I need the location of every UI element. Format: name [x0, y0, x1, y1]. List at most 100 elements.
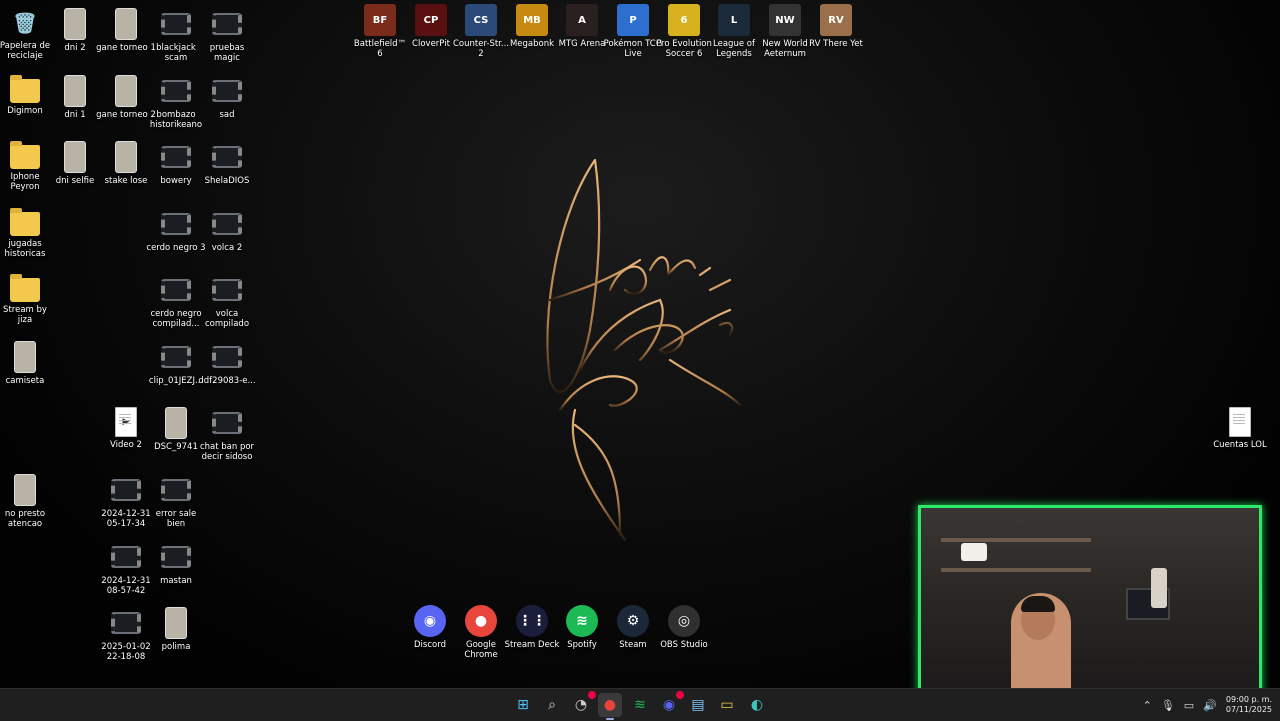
desktop-icon[interactable]: bombazo historikeano — [147, 75, 205, 130]
desktop-icon[interactable]: camiseta — [0, 341, 54, 386]
taskbar-discord-icon[interactable]: ◉ — [657, 691, 684, 717]
desktop-icon[interactable]: jugadas historicas — [0, 208, 54, 259]
app-shortcut[interactable]: CS Counter-Str... 2 — [452, 4, 510, 59]
photo-icon — [64, 8, 86, 40]
webcam-speaker — [1151, 568, 1167, 608]
dock-shortcut[interactable]: ● Google Chrome — [452, 605, 510, 660]
video-file-icon — [212, 146, 242, 168]
webcam-person-hair — [1021, 596, 1055, 612]
app-shortcut[interactable]: NW New World Aeternum — [756, 4, 814, 59]
desktop-icon[interactable]: pruebas magic — [198, 8, 256, 63]
video-file-icon — [161, 479, 191, 501]
video-file-icon — [161, 80, 191, 102]
app-icon: MB — [516, 4, 548, 36]
photo-icon — [115, 75, 137, 107]
folder-icon — [10, 141, 40, 169]
app-shortcut[interactable]: BF Battlefield™ 6 — [351, 4, 409, 59]
desktop-icon-label: no presto atencao — [4, 509, 46, 529]
app-icon: L — [718, 4, 750, 36]
desktop-icon[interactable]: polima — [147, 607, 205, 652]
taskbar-clock[interactable]: 09:00 p. m. 07/11/2025 — [1226, 695, 1272, 715]
dock-app-icon: ⋮⋮ — [516, 605, 548, 637]
video-file-icon — [161, 13, 191, 35]
app-icon: 6 — [668, 4, 700, 36]
search-icon[interactable]: ⌕ — [540, 693, 564, 717]
dock-shortcut-label: OBS Studio — [660, 640, 708, 650]
video-file-icon — [212, 346, 242, 368]
text-file-icon — [1229, 407, 1251, 437]
webcam-overlay — [918, 505, 1262, 696]
desktop-icon-label: Stream by jiza — [3, 305, 47, 325]
clock-time: 09:00 p. m. — [1225, 695, 1272, 704]
photo-icon — [115, 141, 137, 173]
desktop-icon-label: volca compilado — [204, 309, 250, 329]
taskbar-spotify-icon[interactable]: ≋ — [628, 693, 652, 717]
app-icon: A — [566, 4, 598, 36]
folder-icon — [10, 75, 40, 103]
dock-app-icon: ◉ — [414, 605, 446, 637]
desktop-icon[interactable]: ddf29083-e... — [198, 341, 256, 386]
speaker-icon[interactable]: 🔊 — [1203, 699, 1217, 712]
app-shortcut[interactable]: RV RV There Yet — [807, 4, 865, 49]
video-file-icon — [161, 146, 191, 168]
network-icon[interactable]: ▭ — [1184, 699, 1194, 712]
clock-date: 07/11/2025 — [1225, 705, 1272, 714]
widgets-icon[interactable]: ◔ — [569, 691, 596, 717]
desktop-icon[interactable]: no presto atencao — [0, 474, 54, 529]
app-shortcut-label: RV There Yet — [809, 39, 863, 49]
video-file-icon — [161, 546, 191, 568]
desktop-icon-label: error sale bien — [155, 509, 197, 529]
folder-icon — [10, 274, 40, 302]
photo-icon — [165, 407, 187, 439]
dock-shortcut[interactable]: ◎ OBS Studio — [655, 605, 713, 650]
system-tray: ⌃ 🎙 ▭ 🔊 09:00 p. m. 07/11/2025 — [1143, 689, 1272, 721]
desktop-icon[interactable]: Stream by jiza — [0, 274, 54, 325]
desktop-icon[interactable]: Cuentas LOL — [1211, 407, 1269, 450]
desktop-icon[interactable]: volca 2 — [198, 208, 256, 253]
taskbar-notepad-icon[interactable]: ▤ — [686, 693, 710, 717]
dock-app-icon: ≋ — [566, 605, 598, 637]
dock-app-icon: ◎ — [668, 605, 700, 637]
dock-app-icon: ● — [465, 605, 497, 637]
desktop-icon-label: Cuentas LOL — [1213, 440, 1267, 450]
video-player-icon: ▶ — [115, 407, 137, 437]
desktop-icon-label: camiseta — [5, 376, 45, 386]
photo-icon — [14, 474, 36, 506]
photo-icon — [64, 141, 86, 173]
desktop-icon-label: ddf29083-e... — [198, 376, 256, 386]
app-icon: RV — [820, 4, 852, 36]
webcam-shelf — [941, 538, 1091, 542]
taskbar-chrome-icon[interactable]: ● — [598, 693, 622, 720]
video-file-icon — [212, 13, 242, 35]
video-file-icon — [212, 80, 242, 102]
desktop-icon-label: sad — [219, 110, 235, 120]
microphone-icon[interactable]: 🎙 — [1161, 699, 1175, 712]
chevron-up-icon[interactable]: ⌃ — [1143, 699, 1152, 712]
recycle-bin-icon: 🗑 — [12, 11, 38, 35]
start-menu-icon[interactable]: ⊞ — [511, 693, 535, 717]
video-file-icon — [161, 279, 191, 301]
desktop-icon[interactable]: mastan — [147, 541, 205, 586]
video-file-icon — [161, 213, 191, 235]
desktop-icon-label: chat ban por decir sidoso — [199, 442, 255, 462]
photo-icon — [14, 341, 36, 373]
video-file-icon — [212, 412, 242, 434]
video-file-icon — [212, 213, 242, 235]
golden-signature-wallpaper — [546, 158, 742, 542]
desktop-icon[interactable]: sad — [198, 75, 256, 120]
app-icon: NW — [769, 4, 801, 36]
taskbar-file-explorer-icon[interactable]: ▭ — [715, 693, 739, 717]
desktop-icon-label: pruebas magic — [209, 43, 245, 63]
photo-icon — [115, 8, 137, 40]
desktop-icon[interactable]: volca compilado — [198, 274, 256, 329]
desktop-icon[interactable]: ShelaDIOS — [198, 141, 256, 186]
app-icon: CS — [465, 4, 497, 36]
desktop-icon[interactable]: chat ban por decir sidoso — [198, 407, 256, 462]
desktop-icon-label: ShelaDIOS — [204, 176, 250, 186]
photo-icon — [64, 75, 86, 107]
desktop-icon[interactable]: error sale bien — [147, 474, 205, 529]
taskbar-edge-icon[interactable]: ◐ — [745, 693, 769, 717]
folder-icon — [10, 208, 40, 236]
video-file-icon — [212, 279, 242, 301]
video-file-icon — [111, 612, 141, 634]
